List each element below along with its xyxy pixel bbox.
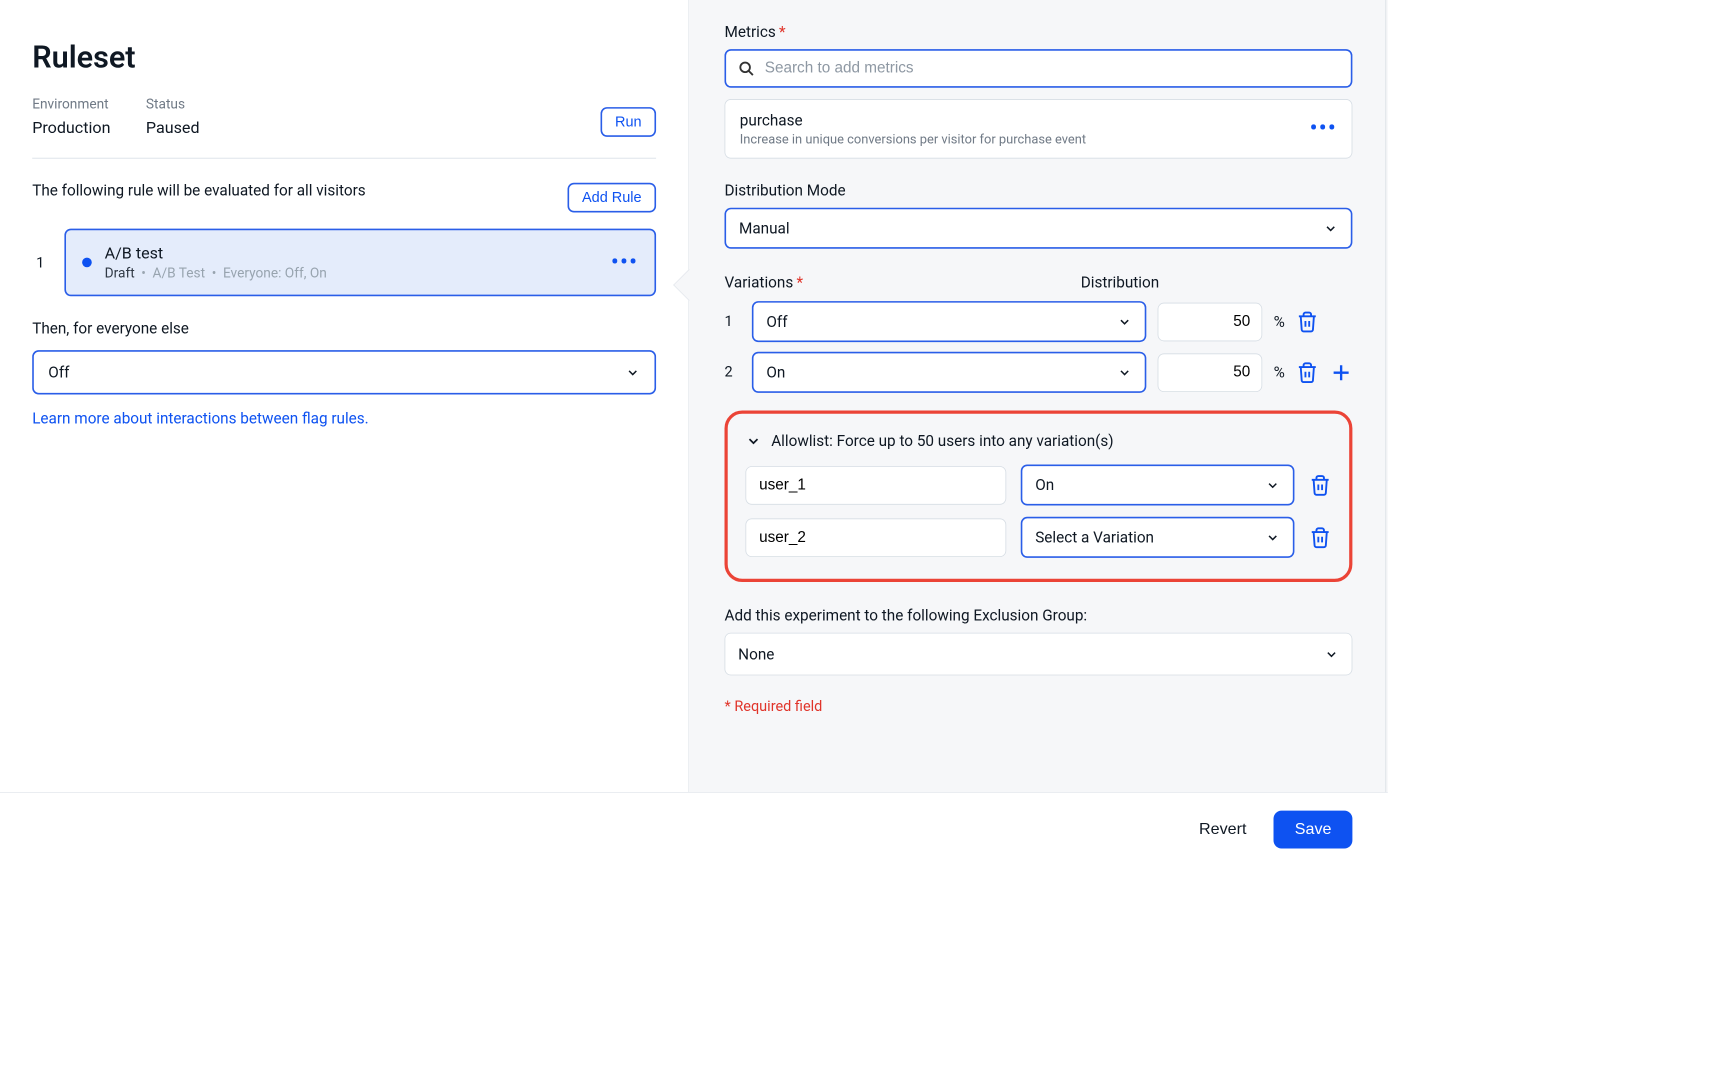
variations-label: Variations*: [725, 273, 804, 292]
percent-sign: %: [1274, 363, 1285, 382]
trash-icon: [1309, 474, 1332, 497]
allowlist-variation-select[interactable]: Select a Variation: [1021, 517, 1295, 558]
required-field-note: * Required field: [725, 698, 1353, 715]
chevron-down-icon: [1265, 478, 1279, 492]
exclusion-group-value: None: [738, 645, 774, 664]
variation-value: On: [766, 363, 785, 382]
delete-allowlist-row-button[interactable]: [1309, 526, 1332, 549]
status-label: Status: [146, 97, 200, 113]
chevron-down-icon: [1323, 221, 1337, 235]
rule-title: A/B test: [105, 243, 598, 262]
rule-subtitle: Draft • A/B Test • Everyone: Off, On: [105, 266, 598, 282]
rule-status-dot-icon: [82, 258, 92, 268]
rule-more-menu-icon[interactable]: •••: [611, 258, 638, 266]
fallback-variation-value: Off: [48, 363, 69, 382]
exclusion-group-select[interactable]: None: [725, 633, 1353, 676]
chevron-down-icon: [1117, 365, 1131, 379]
fallback-variation-select[interactable]: Off: [32, 350, 656, 394]
rules-intro-text: The following rule will be evaluated for…: [32, 181, 365, 200]
chevron-down-icon: [745, 433, 761, 449]
delete-variation-button[interactable]: [1296, 310, 1319, 333]
chevron-down-icon: [1117, 314, 1131, 328]
allowlist-variation-select[interactable]: On: [1021, 464, 1295, 505]
allowlist-section: Allowlist: Force up to 50 users into any…: [725, 411, 1353, 582]
selected-metric-chip: purchase Increase in unique conversions …: [725, 99, 1353, 159]
variation-index: 2: [725, 364, 741, 381]
metrics-search[interactable]: [725, 49, 1353, 88]
distribution-input[interactable]: [1158, 302, 1263, 341]
environment-label: Environment: [32, 97, 110, 113]
dist-mode-value: Manual: [739, 219, 790, 238]
chevron-down-icon: [1324, 647, 1338, 661]
rule-row: 1 A/B test Draft • A/B Test • Everyone: …: [32, 229, 656, 297]
allowlist-user-input[interactable]: [745, 466, 1006, 505]
allowlist-user-input[interactable]: [745, 518, 1006, 557]
variation-value: Off: [766, 312, 787, 331]
distribution-label: Distribution: [1081, 273, 1159, 292]
percent-sign: %: [1274, 312, 1285, 331]
divider: [32, 158, 656, 159]
trash-icon: [1296, 361, 1319, 384]
add-rule-button[interactable]: Add Rule: [567, 183, 656, 213]
metric-desc: Increase in unique conversions per visit…: [740, 131, 1299, 146]
variation-select[interactable]: On: [752, 352, 1147, 393]
revert-button[interactable]: Revert: [1194, 819, 1251, 839]
ruleset-left-panel: Ruleset Environment Production Status Pa…: [0, 0, 689, 792]
dist-mode-select[interactable]: Manual: [725, 208, 1353, 249]
chevron-down-icon: [625, 365, 639, 379]
exclusion-group-label: Add this experiment to the following Exc…: [725, 606, 1353, 625]
variation-row: 2 On %: [725, 352, 1353, 393]
rule-card[interactable]: A/B test Draft • A/B Test • Everyone: Of…: [64, 229, 656, 297]
metrics-search-input[interactable]: [763, 59, 1339, 78]
distribution-input[interactable]: [1158, 353, 1263, 392]
rule-index: 1: [32, 254, 48, 271]
allowlist-toggle[interactable]: Allowlist: Force up to 50 users into any…: [745, 431, 1331, 450]
variation-index: 1: [725, 313, 741, 330]
learn-more-link[interactable]: Learn more about interactions between fl…: [32, 409, 369, 428]
allowlist-variation-value: On: [1035, 476, 1054, 495]
plus-icon: [1330, 361, 1353, 384]
trash-icon: [1309, 526, 1332, 549]
fallback-label: Then, for everyone else: [32, 319, 656, 338]
add-variation-button[interactable]: [1330, 361, 1353, 384]
trash-icon: [1296, 310, 1319, 333]
search-icon: [737, 60, 755, 78]
metric-more-menu-icon[interactable]: •••: [1310, 125, 1337, 133]
variation-row: 1 Off %: [725, 301, 1353, 342]
allowlist-variation-value: Select a Variation: [1035, 528, 1154, 547]
variation-select[interactable]: Off: [752, 301, 1147, 342]
right-scroll-track[interactable]: [1384, 0, 1386, 792]
allowlist-row: Select a Variation: [745, 517, 1331, 558]
chevron-down-icon: [1265, 530, 1279, 544]
allowlist-row: On: [745, 464, 1331, 505]
page-title: Ruleset: [32, 40, 656, 75]
dist-mode-label: Distribution Mode: [725, 181, 1353, 200]
status-value: Paused: [146, 118, 200, 137]
delete-allowlist-row-button[interactable]: [1309, 474, 1332, 497]
rule-editor-right-panel: Metrics* purchase Increase in unique con…: [689, 0, 1388, 792]
allowlist-header-text: Allowlist: Force up to 50 users into any…: [771, 431, 1113, 450]
metrics-label: Metrics*: [725, 23, 1353, 42]
save-button[interactable]: Save: [1274, 811, 1353, 849]
delete-variation-button[interactable]: [1296, 361, 1319, 384]
ruleset-meta: Environment Production Status Paused Run: [32, 97, 656, 137]
footer-bar: Revert Save: [0, 792, 1388, 866]
run-button[interactable]: Run: [601, 107, 657, 137]
environment-value: Production: [32, 118, 110, 137]
metric-name: purchase: [740, 111, 1299, 130]
